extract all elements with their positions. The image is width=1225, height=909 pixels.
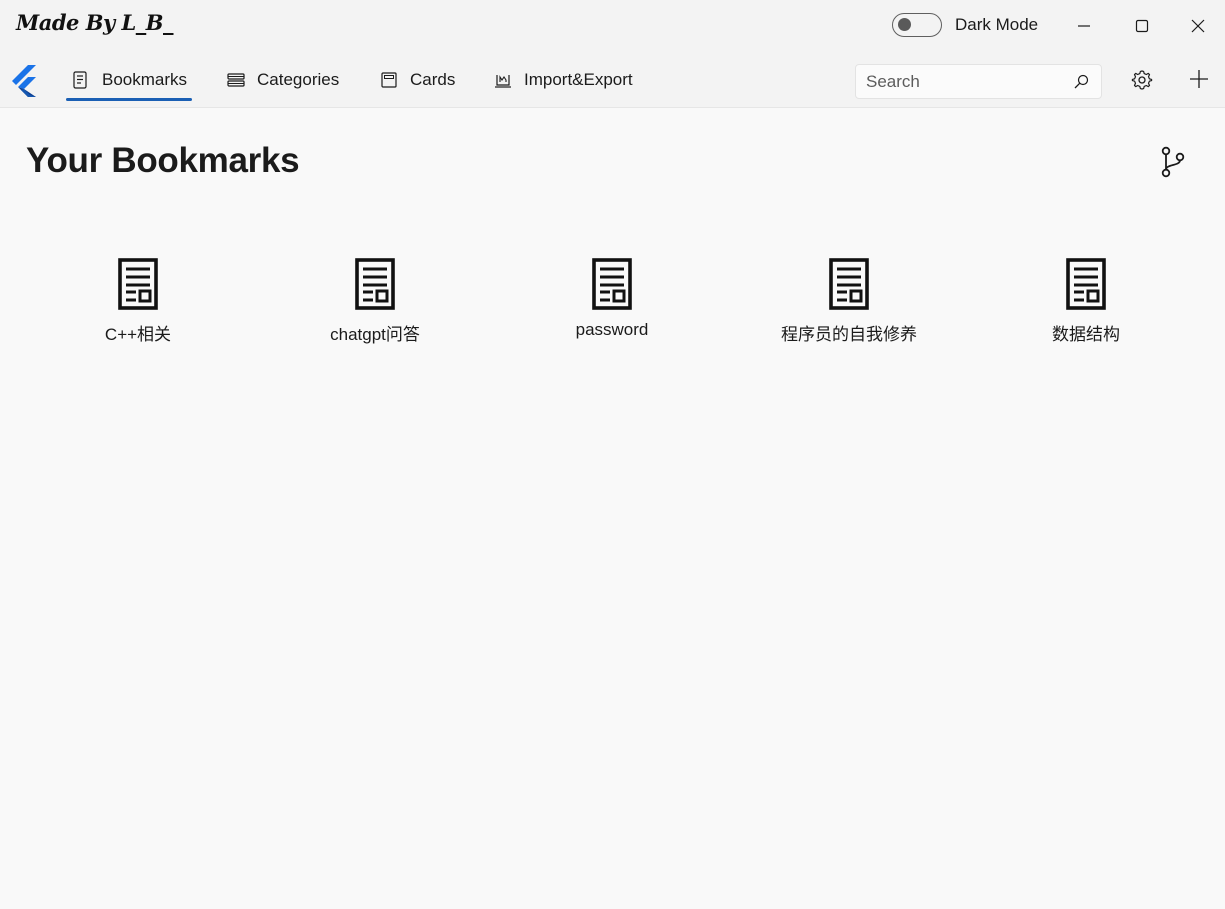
maximize-icon: [1135, 19, 1149, 33]
bookmark-item[interactable]: C++相关: [43, 258, 233, 348]
maximize-button[interactable]: [1114, 0, 1170, 52]
search-input[interactable]: [856, 65, 1066, 98]
title-bar: Made By L_B_ Dark Mode: [0, 0, 1225, 52]
bookmark-item[interactable]: 程序员的自我修养: [754, 258, 944, 348]
list-icon: [227, 71, 245, 89]
bookmark-item[interactable]: password: [517, 258, 707, 348]
bookmark-document-icon: [118, 258, 158, 310]
search-box: [855, 64, 1102, 99]
navigation-bar: Bookmarks Categories Cards Import&Export…: [0, 52, 1225, 108]
tab-categories[interactable]: Categories: [227, 52, 339, 108]
close-button[interactable]: [1170, 0, 1225, 52]
import-export-icon: [494, 71, 512, 89]
bookmark-label: password: [575, 320, 649, 339]
bookmark-item[interactable]: 数据结构: [991, 258, 1181, 348]
dark-mode-toggle[interactable]: [892, 13, 942, 37]
bookmark-label: 程序员的自我修养: [781, 325, 917, 344]
search-icon[interactable]: [1073, 74, 1089, 90]
document-icon: [72, 71, 90, 89]
bookmark-label: 数据结构: [1052, 325, 1120, 344]
tab-label: Bookmarks: [102, 70, 188, 89]
minimize-button[interactable]: [1056, 0, 1112, 52]
minimize-icon: [1078, 25, 1090, 27]
app-title: Made By L_B_: [16, 10, 174, 35]
toggle-knob: [898, 18, 911, 31]
dark-mode-label: Dark Mode: [955, 15, 1039, 34]
close-icon: [1191, 19, 1205, 33]
gear-icon[interactable]: [1130, 68, 1154, 92]
page-title: Your Bookmarks: [26, 141, 300, 180]
bookmark-document-icon: [829, 258, 869, 310]
active-tab-indicator: [66, 98, 192, 101]
app-window: Made By L_B_ Dark Mode Bookmarks Categor…: [0, 0, 1225, 909]
bookmark-item[interactable]: chatgpt问答: [280, 258, 470, 348]
add-icon[interactable]: [1187, 67, 1211, 91]
tab-cards[interactable]: Cards: [380, 52, 455, 108]
tab-import-export[interactable]: Import&Export: [494, 52, 633, 108]
bookmark-document-icon: [355, 258, 395, 310]
tab-label: Import&Export: [524, 70, 633, 89]
bookmark-document-icon: [592, 258, 632, 310]
branch-icon[interactable]: [1158, 145, 1188, 179]
bookmark-label: chatgpt问答: [330, 325, 420, 344]
bookmark-label: C++相关: [104, 325, 172, 344]
tab-label: Categories: [257, 70, 340, 89]
bookmark-document-icon: [1066, 258, 1106, 310]
card-icon: [380, 71, 398, 89]
flutter-logo-icon: [12, 65, 36, 97]
tab-label: Cards: [410, 70, 456, 89]
